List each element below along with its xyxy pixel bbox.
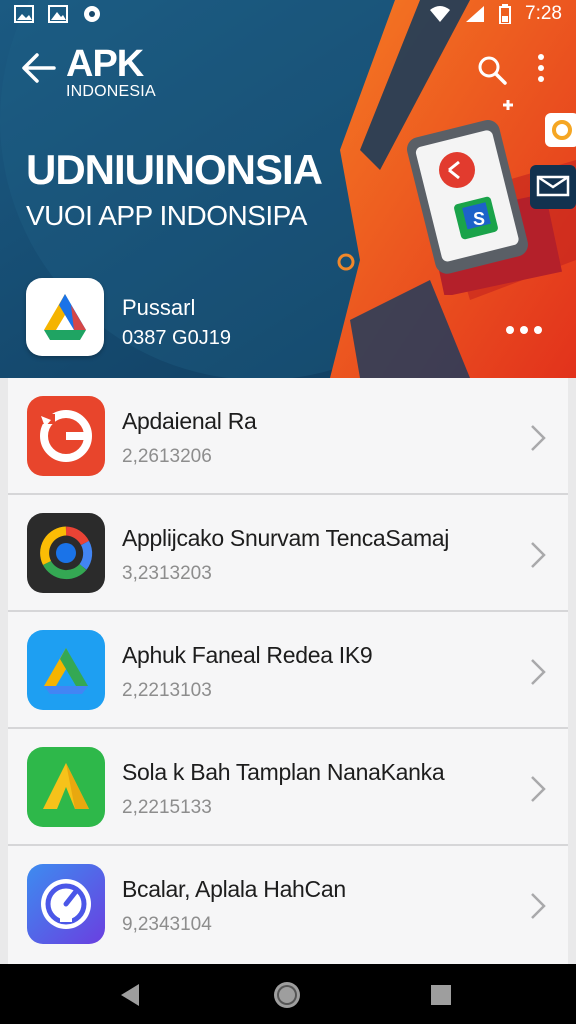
svg-text:S: S	[473, 209, 485, 229]
chevron-right-icon	[531, 893, 546, 919]
featured-app-meta: 0387 G0J19	[122, 327, 231, 349]
brand-logo: APK INDONESIA	[66, 44, 156, 100]
app-meta: 9,2343104	[122, 914, 212, 935]
drive-icon	[27, 630, 105, 710]
drive-icon	[44, 294, 86, 340]
home-icon[interactable]	[270, 978, 304, 1012]
list-item[interactable]: Bcalar, Aplala HahCan 9,2343104	[8, 846, 568, 964]
image-icon	[48, 5, 68, 23]
chevron-right-icon	[531, 542, 546, 568]
back-icon[interactable]	[113, 978, 147, 1012]
app-meta: 2,2213103	[122, 680, 212, 701]
hero-subtitle: VUOI APP INDONSIPA	[26, 200, 307, 231]
featured-app-name: Pussarl	[122, 295, 196, 320]
chevron-right-icon	[531, 776, 546, 802]
app-meta: 3,2313203	[122, 563, 212, 584]
app-meta: 2,2215133	[122, 797, 212, 818]
phone-illustration: S	[407, 100, 576, 295]
app-name: Sola k Bah Tamplan NanaKanka	[122, 759, 445, 785]
list-item[interactable]: Apdaienal Ra 2,2613206	[8, 378, 568, 495]
app-list: Apdaienal Ra 2,2613206 Applijcako Snurva…	[8, 378, 568, 964]
list-item[interactable]: Aphuk Faneal Redea IK9 2,2213103	[8, 612, 568, 729]
list-item[interactable]: Applijcako Snurvam TencaSamaj 3,2313203	[8, 495, 568, 612]
chevron-right-icon	[531, 659, 546, 685]
battery-icon	[499, 4, 512, 24]
navigation-bar	[0, 964, 576, 1024]
brand-name: APK	[66, 43, 144, 85]
brand-subtitle: INDONESIA	[66, 83, 156, 100]
search-icon[interactable]	[476, 54, 508, 86]
gallery-icon	[14, 5, 34, 23]
status-time: 7:28	[525, 3, 562, 24]
status-bar: 7:28	[0, 0, 576, 30]
refresh-g-icon	[27, 396, 105, 476]
featured-app-icon[interactable]	[26, 278, 104, 356]
app-meta: 2,2613206	[122, 446, 212, 467]
app-name: Aphuk Faneal Redea IK9	[122, 642, 373, 668]
wifi-icon	[430, 6, 451, 22]
chevron-right-icon	[531, 425, 546, 451]
recents-icon[interactable]	[424, 978, 458, 1012]
media-icon	[84, 6, 100, 22]
overflow-menu-icon[interactable]	[530, 52, 552, 84]
signal-icon	[466, 6, 485, 22]
list-item[interactable]: Sola k Bah Tamplan NanaKanka 2,2215133	[8, 729, 568, 846]
app-name: Bcalar, Aplala HahCan	[122, 876, 346, 902]
speedometer-icon	[27, 864, 105, 944]
app-name: Applijcako Snurvam TencaSamaj	[122, 525, 450, 551]
hero-title: UDNIUINONSIA	[26, 146, 323, 193]
google-g-icon	[27, 513, 105, 593]
hero-header: S APK INDONESIA UDNIUINONSIA VUOI APP IN…	[0, 0, 576, 378]
back-arrow-button[interactable]	[20, 50, 58, 86]
more-horizontal-icon[interactable]	[504, 322, 544, 338]
app-name: Apdaienal Ra	[122, 408, 257, 434]
a-triangle-icon	[27, 747, 105, 827]
